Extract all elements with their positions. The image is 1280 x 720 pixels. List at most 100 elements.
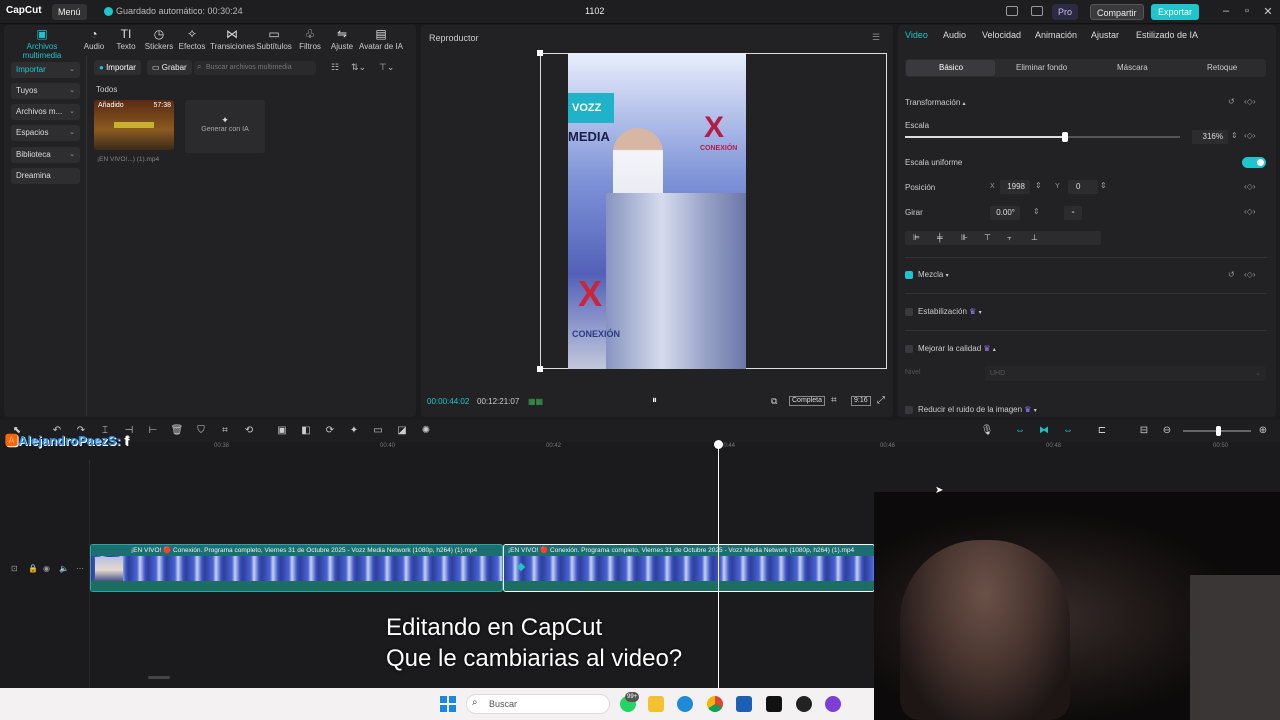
- rotate-icon[interactable]: ⟳: [323, 424, 337, 438]
- shortcuts-icon[interactable]: [1031, 6, 1043, 16]
- file-explorer-icon[interactable]: [648, 696, 664, 712]
- crop-icon[interactable]: ⌗: [218, 424, 232, 438]
- mirror-icon[interactable]: ◧: [299, 424, 313, 438]
- share-button[interactable]: Compartir: [1090, 4, 1144, 20]
- windows-start-icon[interactable]: [440, 696, 456, 712]
- video-preview[interactable]: VOZZ MEDIA X CONEXIÓN X CONEXIÓN: [568, 53, 746, 369]
- stepper-icon[interactable]: ⇕: [1035, 181, 1042, 190]
- subtab-mask[interactable]: Máscara: [1117, 63, 1148, 72]
- fullscreen-quality-icon[interactable]: ⧉: [771, 396, 777, 407]
- maximize-icon[interactable]: ▫: [1240, 5, 1254, 17]
- sidebar-item-yours[interactable]: Tuyos ⌄: [11, 83, 80, 99]
- chrome-icon[interactable]: [707, 696, 723, 712]
- toolbar-media[interactable]: ▣ Archivos multimedia: [8, 28, 76, 60]
- level-select[interactable]: UHD ⌄: [985, 366, 1266, 381]
- marker-icon[interactable]: ⛉: [194, 424, 208, 438]
- subtab-retouch[interactable]: Retoque: [1207, 63, 1237, 72]
- stepper-icon[interactable]: ⇕: [1033, 207, 1040, 216]
- stepper-icon[interactable]: ⇕: [1231, 131, 1238, 140]
- sidebar-item-library[interactable]: Biblioteca ⌄: [11, 147, 80, 163]
- denoise-checkbox[interactable]: [905, 406, 913, 414]
- capcut-icon[interactable]: [766, 696, 782, 712]
- tab-audio[interactable]: Audio: [943, 30, 966, 40]
- toolbar-adjust[interactable]: ⇋ Ajuste: [328, 28, 356, 51]
- rotate-field[interactable]: 0.00°: [990, 206, 1020, 220]
- blend-checkbox[interactable]: [905, 271, 913, 279]
- flip-button[interactable]: ⁃: [1064, 206, 1082, 220]
- stepper-icon[interactable]: ⇕: [1100, 181, 1107, 190]
- remove-bg-icon[interactable]: ◪: [395, 424, 409, 438]
- enhance-checkbox[interactable]: [905, 345, 913, 353]
- tab-speed[interactable]: Velocidad: [982, 30, 1021, 40]
- minimize-icon[interactable]: –: [1219, 5, 1233, 17]
- fullscreen-timeline-icon[interactable]: ⊟: [1137, 424, 1151, 438]
- tab-ai-style[interactable]: Estilizado de IA: [1136, 30, 1198, 40]
- linkage-icon[interactable]: ⇔: [1061, 424, 1075, 438]
- media-thumbnail[interactable]: Añadido 57:38: [94, 100, 174, 150]
- timeline-scrollbar[interactable]: [148, 676, 170, 679]
- track-more-icon[interactable]: ⋯: [76, 564, 84, 573]
- tab-adjust[interactable]: Ajustar: [1091, 30, 1119, 40]
- pause-icon[interactable]: ⏸: [652, 395, 657, 406]
- toolbar-transitions[interactable]: ⋈ Transiciones: [210, 28, 255, 51]
- align-top-icon[interactable]: ⊤: [984, 233, 991, 242]
- stabilize-label[interactable]: Estabilización ♛ ▾: [918, 307, 982, 316]
- toolbar-stickers[interactable]: ◷ Stickers: [144, 28, 174, 51]
- sidebar-item-import[interactable]: Importar ⌄: [11, 62, 80, 78]
- reset-icon[interactable]: ↺: [1228, 97, 1235, 106]
- import-button[interactable]: ● Importar: [94, 60, 141, 75]
- position-x-field[interactable]: 1998: [1000, 180, 1030, 194]
- captions-icon[interactable]: ▭: [371, 424, 385, 438]
- keyframe-icon[interactable]: ‹◇›: [1244, 131, 1255, 140]
- toolbar-effects[interactable]: ✧ Efectos: [177, 28, 207, 51]
- track-visibility-icon[interactable]: ◉: [43, 564, 50, 573]
- transform-heading[interactable]: Transformación ▴: [905, 98, 966, 107]
- align-left-icon[interactable]: ⊫: [913, 233, 920, 242]
- keyframe-icon[interactable]: ‹◇›: [1244, 270, 1255, 279]
- sidebar-item-dreamina[interactable]: Dreamina: [11, 168, 80, 184]
- align-right-icon[interactable]: ⊪: [961, 233, 968, 242]
- sidebar-item-spaces[interactable]: Espacios ⌄: [11, 125, 80, 141]
- denoise-label[interactable]: Reducir el ruido de la imagen ♛ ▾: [918, 405, 1037, 414]
- auto-snap-icon[interactable]: ⧓: [1037, 424, 1051, 438]
- full-quality-button[interactable]: Completa: [789, 396, 825, 406]
- scale-slider-thumb[interactable]: [1061, 132, 1068, 142]
- app-icon[interactable]: [825, 696, 841, 712]
- toolbar-text[interactable]: TI Texto: [112, 28, 140, 51]
- zoom-in-icon[interactable]: ⊕: [1256, 424, 1270, 438]
- blend-label[interactable]: Mezcla ▾: [918, 270, 949, 279]
- video-clip-2[interactable]: ¡EN VIVO! 🔴 Conexión. Programa completo,…: [503, 544, 875, 592]
- preview-axis-icon[interactable]: ⊏: [1095, 424, 1109, 438]
- reset-icon[interactable]: ↺: [1228, 270, 1235, 279]
- subtab-remove-bg[interactable]: Eliminar fondo: [1016, 63, 1067, 72]
- project-title[interactable]: 1102: [585, 6, 604, 16]
- subtab-basic[interactable]: Básico: [939, 63, 963, 72]
- time-ruler[interactable]: [90, 442, 1280, 454]
- scale-value-field[interactable]: 316%: [1192, 130, 1228, 144]
- resize-handle-bl[interactable]: [537, 366, 543, 372]
- align-bottom-icon[interactable]: ⊥: [1031, 233, 1038, 242]
- store-icon[interactable]: [736, 696, 752, 712]
- auto-reframe-icon[interactable]: ▣: [275, 424, 289, 438]
- filter-icon[interactable]: ⊤⌄: [379, 62, 394, 73]
- zoom-out-icon[interactable]: ⊖: [1160, 424, 1174, 438]
- proxy-icon[interactable]: ▦▦: [528, 397, 543, 406]
- keyframe-icon[interactable]: ‹◇›: [1244, 182, 1255, 191]
- split-right-icon[interactable]: ⊢: [146, 424, 160, 438]
- export-button[interactable]: Exportar: [1151, 4, 1200, 20]
- tab-animation[interactable]: Animación: [1035, 30, 1077, 40]
- position-y-field[interactable]: 0: [1068, 180, 1098, 194]
- generate-ai-card[interactable]: ✦ Generar con IA: [185, 100, 265, 153]
- playhead[interactable]: [718, 442, 719, 690]
- track-lock-icon[interactable]: 🔒: [28, 564, 38, 573]
- toolbar-audio[interactable]: ◔ Audio: [80, 28, 108, 51]
- track-cover-icon[interactable]: ⊡: [11, 564, 18, 573]
- zoom-slider-thumb[interactable]: [1216, 426, 1221, 436]
- edge-icon[interactable]: [677, 696, 693, 712]
- menu-button[interactable]: Menú: [52, 4, 87, 20]
- media-search-input[interactable]: Buscar archivos multimedia: [194, 61, 316, 75]
- main-track-magnet-icon[interactable]: ⇔: [1013, 424, 1027, 438]
- toolbar-filters[interactable]: ♧ Filtros: [296, 28, 324, 51]
- align-middle-icon[interactable]: ⫟: [1007, 233, 1012, 243]
- aspect-ratio-button[interactable]: 9:16: [851, 396, 871, 406]
